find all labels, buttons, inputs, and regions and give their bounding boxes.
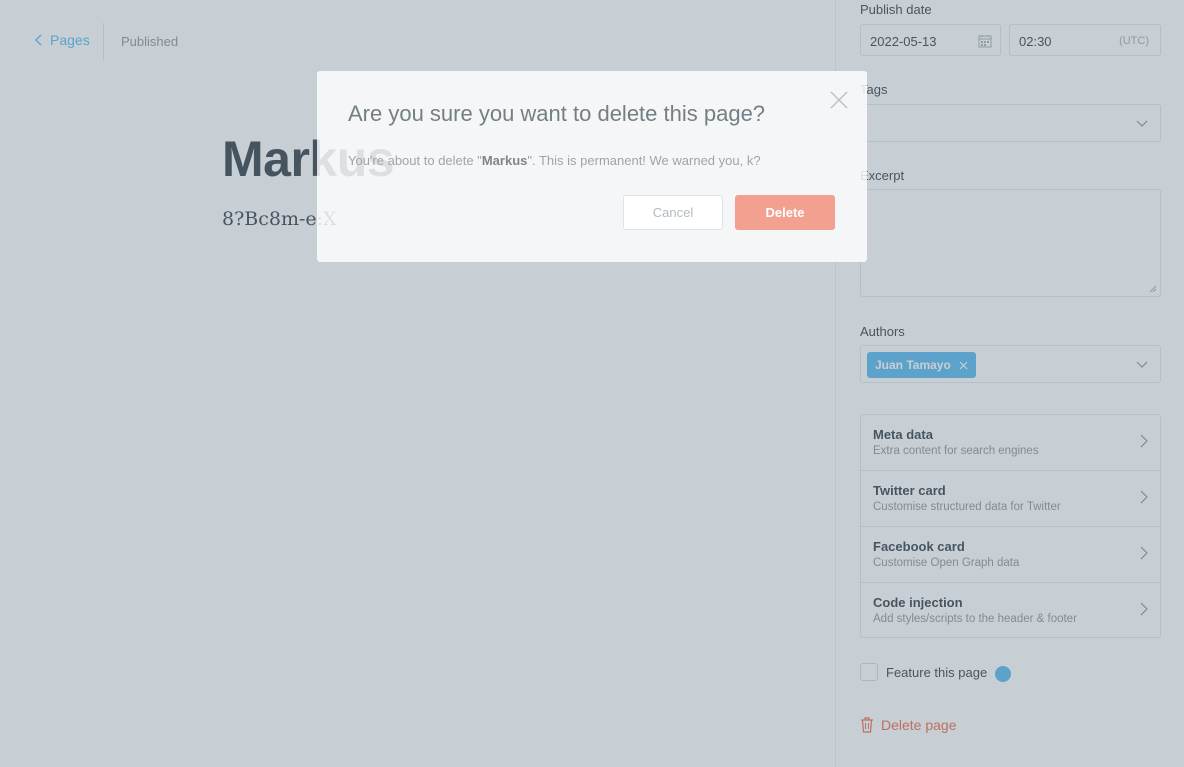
confirm-delete-button[interactable]: Delete	[735, 195, 835, 230]
cancel-button[interactable]: Cancel	[623, 195, 723, 230]
modal-title: Are you sure you want to delete this pag…	[348, 101, 766, 126]
modal-message-prefix: You're about to delete "	[348, 153, 482, 168]
modal-message-page-name: Markus	[481, 153, 528, 168]
close-icon[interactable]	[830, 91, 848, 109]
modal-message: You're about to delete "Markus". This is…	[348, 153, 761, 168]
delete-confirm-modal: Are you sure you want to delete this pag…	[317, 71, 867, 262]
modal-message-suffix: ". This is permanent! We warned you, k?	[527, 153, 761, 168]
